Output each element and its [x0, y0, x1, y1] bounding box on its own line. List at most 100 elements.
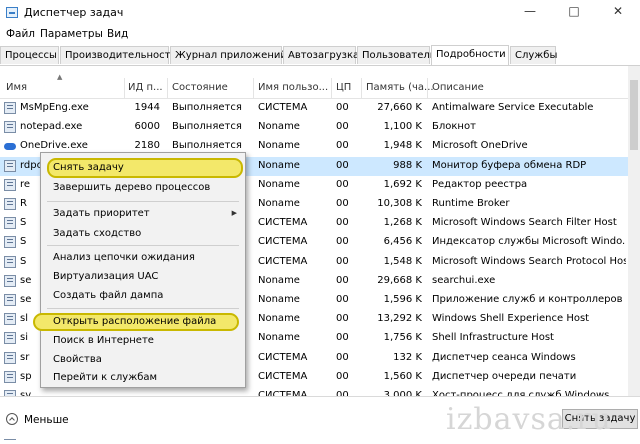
process-icon	[4, 313, 16, 326]
cell-mem: 29,668 K	[377, 274, 422, 286]
cell-user: СИСТЕМА	[258, 370, 308, 382]
tab-bar: Процессы Производительность Журнал прило…	[0, 45, 640, 66]
cell-pid: 2180	[134, 140, 160, 152]
title-bar: Диспетчер задач — □ ✕	[0, 0, 640, 26]
cell-mem: 13,292 K	[377, 313, 422, 325]
column-divider[interactable]	[167, 78, 168, 98]
column-divider[interactable]	[427, 78, 428, 98]
cell-desc: Antimalware Service Executable	[432, 102, 594, 113]
tab-startup[interactable]: Автозагрузка	[283, 46, 359, 64]
cell-cpu: 00	[336, 294, 349, 305]
menu-item-go-to-services[interactable]: Перейти к службам	[53, 372, 157, 383]
maximize-button[interactable]: □	[552, 0, 596, 24]
search-process-icon	[4, 236, 16, 249]
cell-user: Noname	[258, 178, 300, 190]
cell-state: Выполняется	[172, 121, 242, 133]
context-menu: Снять задачу Завершить дерево процессов …	[33, 152, 246, 388]
cell-desc: Microsoft Windows Search Protocol Host	[432, 255, 626, 267]
cell-cpu: 00	[336, 274, 349, 286]
cell-pid: 6000	[134, 121, 160, 133]
scrollbar-thumb[interactable]	[630, 80, 638, 150]
cell-desc: Редактор реестра	[432, 178, 528, 190]
search-process-icon	[4, 255, 16, 268]
cell-cpu: 00	[336, 217, 349, 229]
menu-divider	[47, 201, 239, 202]
menu-options[interactable]: Параметры	[40, 28, 103, 40]
tab-details[interactable]: Подробности	[431, 45, 509, 65]
search-process-icon	[4, 217, 16, 230]
cell-user: СИСТЕМА	[258, 217, 308, 229]
process-icon	[4, 351, 16, 364]
cell-cpu: 00	[336, 370, 349, 382]
menu-item-properties[interactable]: Свойства	[53, 354, 102, 365]
fewer-details-link[interactable]: Меньше	[24, 414, 69, 426]
process-icon	[4, 370, 16, 383]
menu-item-end-process-tree[interactable]: Завершить дерево процессов	[53, 182, 210, 193]
cell-pid: 1944	[134, 102, 160, 113]
cell-name: notepad.exe	[20, 121, 83, 133]
tab-app-history[interactable]: Журнал приложений	[170, 46, 287, 64]
task-manager-icon	[6, 7, 18, 18]
cell-user: СИСТЕМА	[258, 102, 308, 113]
cell-mem: 1,596 K	[383, 294, 422, 305]
column-divider[interactable]	[253, 78, 254, 98]
cell-desc: Microsoft Windows Search Filter Host	[432, 217, 617, 229]
menu-bar: Файл Параметры Вид	[0, 26, 640, 44]
tab-processes[interactable]: Процессы	[0, 46, 59, 64]
menu-item-uac-virtualization[interactable]: Виртуализация UAC	[53, 271, 158, 282]
process-icon	[4, 332, 16, 345]
cell-mem: 1,560 K	[383, 370, 422, 382]
cell-user: СИСТЕМА	[258, 236, 308, 248]
minimize-button[interactable]: —	[508, 0, 552, 24]
tab-performance[interactable]: Производительность	[60, 46, 176, 64]
cell-mem: 1,756 K	[383, 332, 422, 344]
cell-user: Noname	[258, 140, 300, 152]
submenu-arrow-icon: ▶	[231, 209, 237, 217]
column-divider[interactable]	[124, 78, 125, 98]
tab-users[interactable]: Пользователи	[357, 46, 436, 64]
cell-user: Noname	[258, 198, 300, 209]
cell-mem: 988 K	[393, 159, 422, 171]
cell-mem: 1,268 K	[383, 217, 422, 229]
menu-item-open-file-location[interactable]: Открыть расположение файла	[53, 316, 216, 327]
cell-mem: 1,948 K	[383, 140, 422, 152]
table-row[interactable]: notepad.exe 6000 Выполняется Noname 00 1,100 …	[0, 118, 628, 137]
menu-item-set-priority[interactable]: Задать приоритет	[53, 208, 150, 219]
cell-desc: searchui.exe	[432, 274, 496, 286]
process-icon	[4, 274, 16, 287]
cell-user: Noname	[258, 294, 300, 305]
vertical-scrollbar[interactable]	[628, 66, 640, 396]
menu-item-end-task[interactable]: Снять задачу	[53, 162, 124, 173]
menu-file[interactable]: Файл	[6, 28, 35, 40]
tab-services[interactable]: Службы	[510, 46, 557, 64]
cell-desc: Runtime Broker	[432, 198, 510, 209]
cell-user: Noname	[258, 274, 300, 286]
column-divider[interactable]	[361, 78, 362, 98]
cell-mem: 1,100 K	[383, 121, 422, 133]
notepad-icon	[4, 121, 16, 134]
close-button[interactable]: ✕	[596, 0, 640, 24]
menu-item-create-dump-file[interactable]: Создать файл дампа	[53, 290, 163, 301]
cell-desc: Microsoft OneDrive	[432, 140, 528, 152]
watermark-text: izbavsa.ru	[446, 402, 612, 437]
cell-desc: Диспетчер очереди печати	[432, 370, 577, 382]
cell-user: Noname	[258, 121, 300, 133]
column-divider[interactable]	[331, 78, 332, 98]
cell-cpu: 00	[336, 313, 349, 325]
menu-divider	[47, 308, 239, 309]
menu-item-analyze-wait-chain[interactable]: Анализ цепочки ожидания	[53, 252, 195, 263]
menu-divider	[47, 245, 239, 246]
cell-name: OneDrive.exe	[20, 140, 88, 152]
onedrive-icon	[4, 140, 16, 152]
cell-cpu: 00	[336, 255, 349, 267]
menu-view[interactable]: Вид	[107, 28, 128, 40]
table-row[interactable]: MsMpEng.exe 1944 Выполняется СИСТЕМА 00 27,66…	[0, 99, 628, 118]
menu-item-search-online[interactable]: Поиск в Интернете	[53, 335, 154, 346]
cell-mem: 6,456 K	[383, 236, 422, 248]
regedit-icon	[4, 178, 16, 191]
process-icon	[4, 102, 16, 114]
cell-cpu: 00	[336, 121, 349, 133]
fewer-details-icon[interactable]	[6, 413, 18, 425]
menu-item-set-affinity[interactable]: Задать сходство	[53, 228, 141, 239]
cell-user: СИСТЕМА	[258, 351, 308, 363]
